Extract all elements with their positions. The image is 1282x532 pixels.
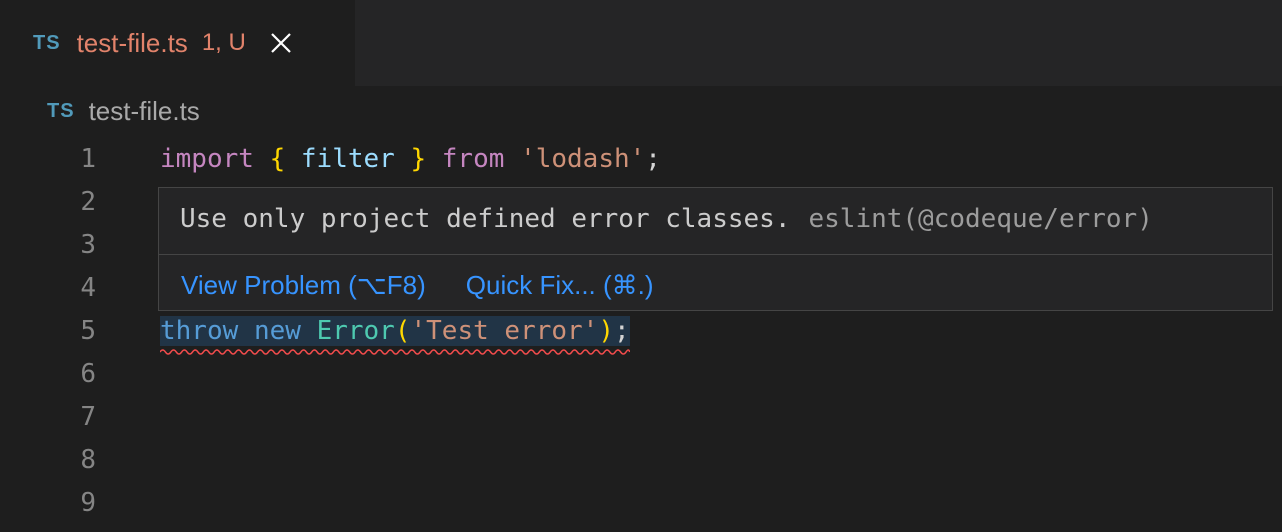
open-paren: (: [394, 315, 411, 346]
breadcrumb[interactable]: TS test-file.ts: [47, 95, 200, 127]
line-number: 3: [80, 229, 96, 260]
semicolon: ;: [614, 315, 630, 346]
line-number: 4: [80, 272, 96, 303]
error-range[interactable]: throw new Error('Test error');: [160, 315, 630, 355]
tab-bar: TS test-file.ts 1, U: [0, 0, 1282, 86]
close-paren: ): [598, 315, 614, 346]
code-line[interactable]: 5 throw new Error('Test error');: [0, 309, 1282, 355]
line-number: 6: [80, 358, 96, 389]
open-brace: {: [269, 143, 286, 174]
tab-status-badge: 1, U: [201, 29, 246, 56]
code-line[interactable]: 1 import { filter } from 'lodash';: [0, 137, 1282, 180]
line-number: 9: [80, 487, 96, 518]
tab-label: test-file.ts: [76, 27, 188, 58]
error-message-string: 'Test error': [410, 315, 599, 346]
line-number: 2: [80, 186, 96, 217]
hover-message: Use only project defined error classes. e…: [180, 204, 1153, 234]
error-message: Use only project defined error classes.: [180, 204, 791, 234]
quick-fix-link[interactable]: Quick Fix... (⌘.): [466, 270, 654, 301]
code-line[interactable]: 8: [0, 438, 1282, 481]
typescript-file-icon: TS: [47, 99, 75, 122]
class-error: Error: [316, 315, 395, 346]
problem-hover-widget: Use only project defined error classes. e…: [158, 187, 1273, 311]
tab-test-file[interactable]: TS test-file.ts 1, U: [0, 0, 355, 86]
breadcrumb-filename[interactable]: test-file.ts: [89, 96, 200, 127]
line-number: 5: [80, 315, 96, 346]
close-brace: }: [410, 143, 427, 174]
error-source: eslint(@codeque/error): [808, 204, 1153, 234]
semicolon: ;: [645, 143, 661, 174]
keyword-from: from: [441, 143, 505, 174]
close-icon[interactable]: [270, 32, 292, 54]
module-string: 'lodash': [520, 143, 646, 174]
line-number: 1: [80, 143, 96, 174]
keyword-new: new: [253, 315, 301, 346]
line-number: 8: [80, 444, 96, 475]
code-line[interactable]: 6: [0, 352, 1282, 395]
view-problem-link[interactable]: View Problem (⌥F8): [181, 270, 426, 301]
keyword-import: import: [160, 143, 254, 174]
line-number: 7: [80, 401, 96, 432]
code-line[interactable]: 7: [0, 395, 1282, 438]
code-line[interactable]: 9: [0, 481, 1282, 524]
hover-actions: View Problem (⌥F8) Quick Fix... (⌘.): [181, 268, 654, 302]
keyword-throw: throw: [160, 315, 239, 346]
typescript-file-icon: TS: [33, 31, 61, 54]
identifier-filter: filter: [300, 143, 395, 174]
hover-divider: [159, 254, 1272, 255]
line-content: import { filter } from 'lodash';: [160, 144, 661, 174]
